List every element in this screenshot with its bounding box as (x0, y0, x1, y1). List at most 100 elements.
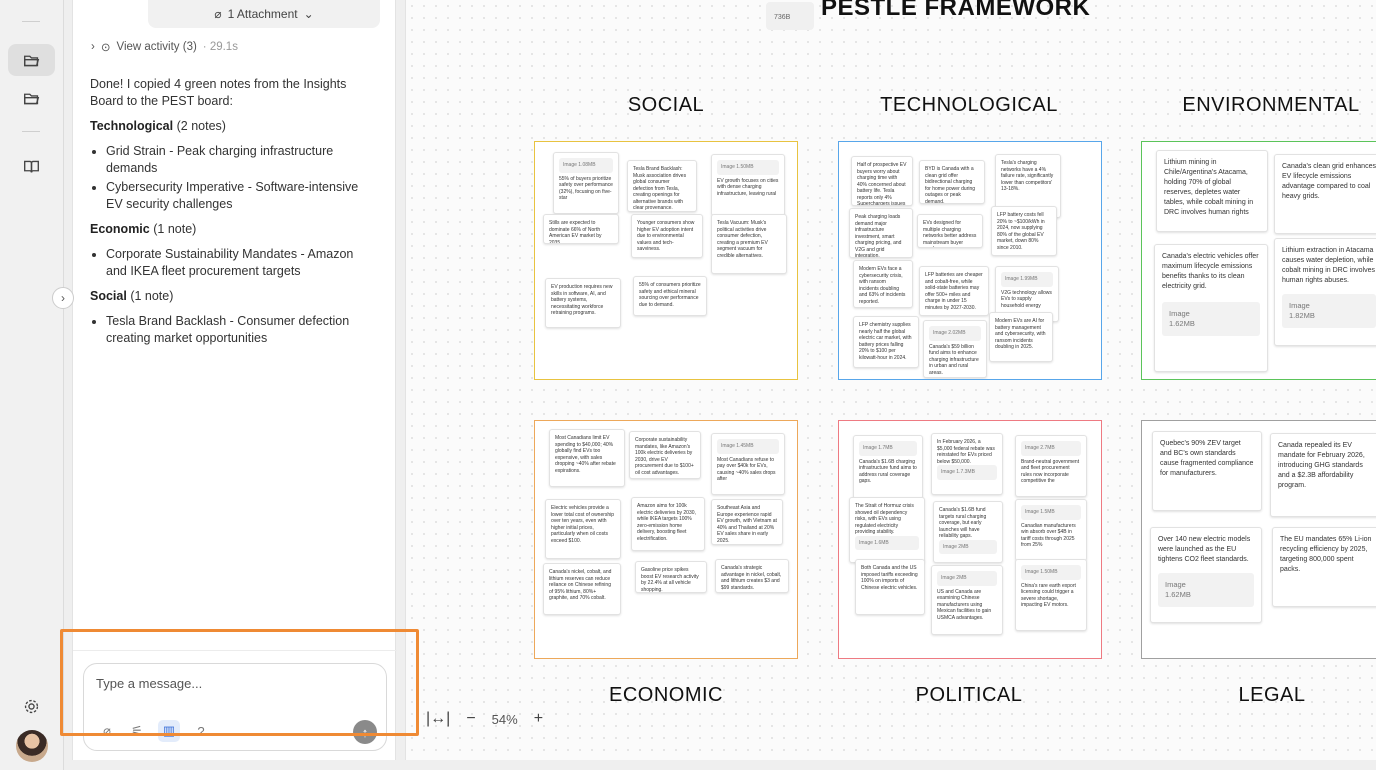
sticky-note[interactable]: Younger consumers show higher EV adoptio… (631, 214, 703, 258)
sticky-note[interactable]: LFP battery costs fell 20% to ~$100/kWh … (991, 206, 1057, 256)
sticky-note[interactable]: EVs designed for multiple charging netwo… (917, 214, 983, 248)
note-text: EV growth focuses on cities with dense c… (717, 177, 779, 197)
arrow-up-icon: ↑ (361, 724, 369, 740)
note-text: Canada's $1.6B charging infrastructure f… (859, 458, 917, 485)
sticky-note[interactable]: Image 1.5MB Canadian manufacturers win ab… (1015, 499, 1087, 561)
sticky-note[interactable]: Image 1.50MB China's rare earth export li… (1015, 559, 1087, 631)
left-rail (0, 0, 64, 770)
image-label: Image (1289, 301, 1310, 310)
sticky-note[interactable]: Quebec's 90% ZEV target and BC's own sta… (1152, 431, 1262, 511)
sticky-note[interactable]: Canada's clean grid enhances EV lifecycl… (1274, 154, 1376, 234)
sticky-note[interactable]: Modern EVs are AI for battery management… (989, 312, 1053, 362)
sticky-note[interactable]: The Strait of Hormuz crisis showed oil d… (849, 497, 925, 563)
sticky-note[interactable]: Stills are expected to dominate 66% of N… (543, 214, 619, 244)
sticky-note[interactable]: Canada's electric vehicles offer maximum… (1154, 244, 1268, 372)
zoom-in-button[interactable]: + (534, 710, 543, 728)
sticky-note[interactable]: Lithium extraction in Atacama causes wat… (1274, 238, 1376, 346)
sticky-note[interactable]: Image 2.02MB Canada's $59 billion fund ai… (923, 320, 987, 378)
note-text: Over 140 new electric models were launch… (1158, 536, 1251, 563)
section-label-economic[interactable]: ECONOMIC (596, 684, 736, 707)
group-count: (1 note) (153, 222, 197, 236)
sticky-note[interactable]: Both Canada and the US imposed tariffs e… (855, 559, 925, 615)
activity-label: View activity (3) (116, 41, 197, 53)
sticky-note[interactable]: Image 2.7MB Brand-neutral government and … (1015, 435, 1087, 497)
image-placeholder: Image 2.02MB (929, 326, 981, 341)
settings-button[interactable] (8, 690, 55, 722)
sticky-note[interactable]: In February 2026, a $5,000 federal rebat… (931, 433, 1003, 495)
sticky-note[interactable]: Gasoline price spikes boost EV research … (635, 561, 707, 593)
sticky-note[interactable]: Image 1.08MB 55% of buyers prioritize saf… (553, 152, 619, 214)
collapse-panel-button[interactable]: › (52, 287, 74, 309)
image-placeholder: Image 1.50MB (717, 160, 779, 175)
quadrant-economic[interactable]: Most Canadians limit EV spending to $40,… (534, 420, 798, 659)
sticky-note[interactable]: Amazon aims for 100k electric deliveries… (631, 497, 705, 551)
sticky-note[interactable]: 55% of consumers prioritize safety and e… (633, 276, 707, 316)
tools-button[interactable]: ⚟ (126, 720, 148, 742)
sticky-note[interactable]: Modern EVs face a cybersecurity crisis, … (853, 260, 913, 308)
user-avatar[interactable] (16, 730, 48, 762)
note-text: EVs designed for multiple charging netwo… (923, 220, 977, 247)
sticky-note[interactable]: Canada's strategic advantage in nickel, … (715, 559, 789, 593)
sticky-note[interactable]: Image 1.7MB Canada's $1.6B charging infra… (853, 435, 923, 499)
fit-width-button[interactable]: |↔| (426, 710, 450, 728)
note-text: Canada's electric vehicles offer maximum… (1162, 253, 1259, 290)
boards-button[interactable] (8, 44, 55, 76)
quadrant-environmental[interactable]: Lithium mining in Chile/Argentina's Atac… (1141, 141, 1376, 380)
sticky-note[interactable]: Peak charging loads demand major infrast… (849, 208, 913, 258)
message-input[interactable] (96, 676, 366, 691)
sticky-note[interactable]: Canada's $1.6B fund targets rural chargi… (933, 501, 1003, 563)
sticky-note[interactable]: Image 1.45MB Most Canadians refuse to pay… (711, 433, 785, 495)
group-heading-text: Technological (90, 119, 174, 133)
quadrant-social[interactable]: Image 1.08MB 55% of buyers prioritize saf… (534, 141, 798, 380)
sticky-note[interactable]: Lithium mining in Chile/Argentina's Atac… (1156, 150, 1268, 232)
folders-button[interactable] (8, 82, 55, 114)
image-size: 1.45MB (736, 443, 754, 449)
whiteboard-canvas[interactable]: 736B PESTLE FRAMEWORK SOCIAL TECHNOLOGIC… (405, 0, 1376, 760)
section-label-technological[interactable]: TECHNOLOGICAL (869, 94, 1069, 117)
library-button[interactable] (8, 150, 55, 182)
zoom-out-button[interactable]: − (466, 710, 475, 728)
section-label-environmental[interactable]: ENVIRONMENTAL (1171, 94, 1371, 117)
sticky-note[interactable]: The EU mandates 65% Li-ion recycling eff… (1272, 527, 1376, 607)
paperclip-icon: ⌀ (214, 7, 222, 21)
library-toggle-button[interactable]: ▥ (158, 720, 180, 742)
group-count: (1 note) (130, 289, 174, 303)
sticky-note[interactable]: Electric vehicles provide a lower total … (545, 499, 621, 559)
help-button[interactable]: ? (190, 720, 212, 742)
quadrant-technological[interactable]: Half of prospective EV buyers worry abou… (838, 141, 1102, 380)
sticky-note[interactable]: Image 1.50MB EV growth focuses on cities … (711, 154, 785, 216)
sticky-note[interactable]: Over 140 new electric models were launch… (1150, 527, 1262, 623)
sticky-note[interactable]: Tesla Vacuum: Musk's political activitie… (711, 214, 787, 274)
sticky-note[interactable]: BYD is Canada with a clean grid offer bi… (919, 160, 985, 204)
attach-button[interactable]: ⌀ (96, 720, 118, 742)
note-text: Most Canadians refuse to pay over $40k f… (717, 456, 776, 483)
quadrant-legal[interactable]: Quebec's 90% ZEV target and BC's own sta… (1141, 420, 1376, 659)
sticky-note[interactable]: Image 2MB US and Canada are examining Chi… (931, 565, 1003, 635)
sticky-note[interactable]: Tesla Brand Backlash: Musk association d… (627, 160, 697, 212)
file-chip[interactable]: 736B (766, 2, 814, 30)
image-placeholder: Image 1.62MB (1162, 302, 1260, 336)
quadrant-political[interactable]: Image 1.7MB Canada's $1.6B charging infra… (838, 420, 1102, 659)
sticky-note[interactable]: Southeast Asia and Europe experience rap… (711, 499, 783, 545)
note-text: Half of prospective EV buyers worry abou… (857, 162, 907, 206)
sticky-note[interactable]: Canada repealed its EV mandate for Febru… (1270, 433, 1376, 517)
sticky-note[interactable]: Canada's nickel, cobalt, and lithium res… (543, 563, 621, 615)
attachment-pill[interactable]: ⌀ 1 Attachment ⌄ (148, 0, 380, 28)
image-label: Image (721, 164, 735, 170)
section-label-political[interactable]: POLITICAL (899, 684, 1039, 707)
view-activity-toggle[interactable]: › ⊙ View activity (3) · 29.1s (91, 40, 238, 54)
section-label-legal[interactable]: LEGAL (1202, 684, 1342, 707)
section-label-social[interactable]: SOCIAL (606, 94, 726, 117)
group-list: Corporate Sustainability Mandates - Amaz… (106, 246, 375, 280)
sticky-note[interactable]: EV production requires new skills in sof… (545, 278, 621, 328)
sticky-note[interactable]: Most Canadians limit EV spending to $40,… (549, 429, 625, 487)
sticky-note[interactable]: LFP batteries are cheaper and cobalt-fre… (919, 266, 989, 316)
chevron-right-icon: › (91, 41, 95, 53)
note-text: Amazon aims for 100k electric deliveries… (637, 503, 696, 542)
frame-title[interactable]: PESTLE FRAMEWORK (821, 0, 1090, 22)
sticky-note[interactable]: LFP chemistry supplies nearly half the g… (853, 316, 919, 368)
send-button[interactable]: ↑ (353, 720, 377, 744)
note-text: Southeast Asia and Europe experience rap… (717, 505, 777, 544)
sticky-note[interactable]: Corporate sustainability mandates, like … (629, 431, 701, 479)
sticky-note[interactable]: Half of prospective EV buyers worry abou… (851, 156, 913, 206)
